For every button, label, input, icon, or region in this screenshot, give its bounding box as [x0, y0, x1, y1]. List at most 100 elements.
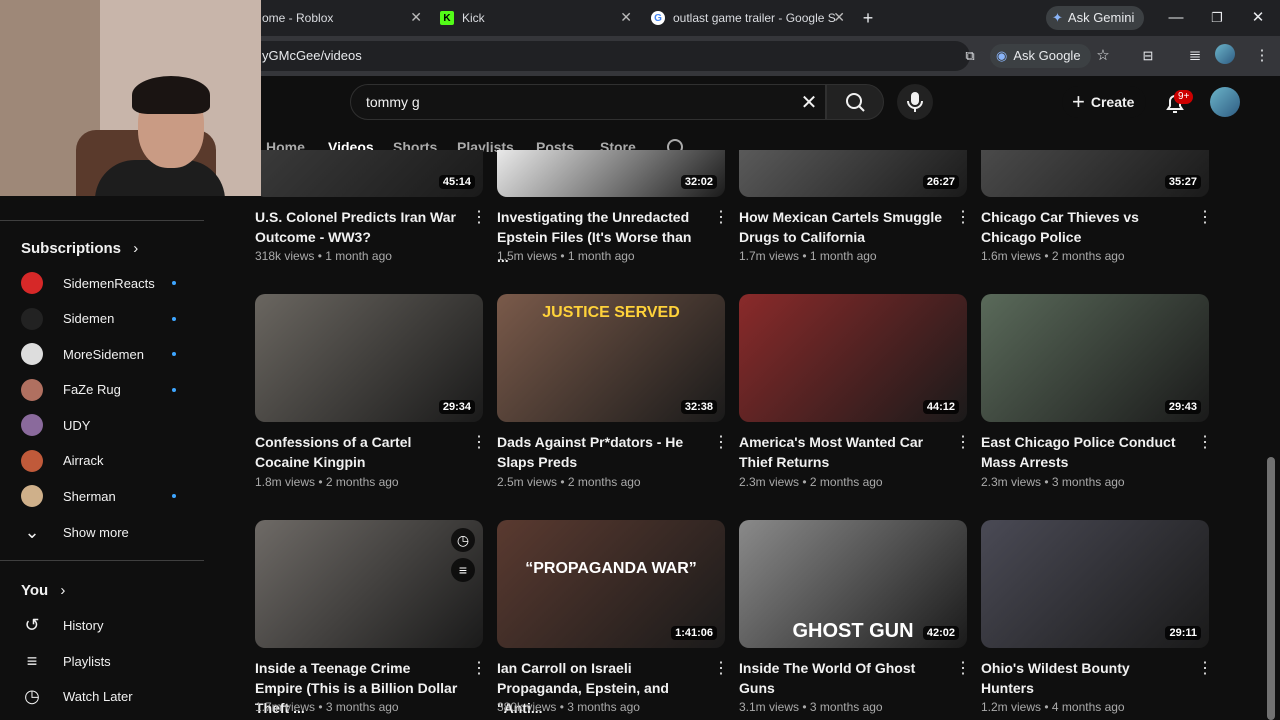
search-button[interactable]: [826, 84, 884, 120]
notification-badge: 9+: [1174, 90, 1194, 104]
close-tab-icon[interactable]: ✕: [410, 9, 422, 26]
browser-tab-google[interactable]: G outlast game trailer - Google S ✕: [651, 6, 845, 30]
sidebar-item-subscription[interactable]: Sherman: [0, 481, 204, 511]
more-actions-icon[interactable]: ⋮: [1197, 432, 1213, 452]
video-title[interactable]: America's Most Wanted Car Thief Returns: [739, 432, 944, 472]
more-actions-icon[interactable]: ⋮: [713, 207, 729, 227]
kick-favicon-icon: K: [440, 11, 454, 25]
tab-title: Kick: [462, 11, 485, 25]
video-title[interactable]: How Mexican Cartels Smuggle Drugs to Cal…: [739, 207, 944, 247]
video-title[interactable]: Ohio's Wildest Bounty Hunters: [981, 658, 1186, 698]
more-actions-icon[interactable]: ⋮: [471, 432, 487, 452]
sidebar-item-subscription[interactable]: Airrack: [0, 446, 204, 476]
video-title[interactable]: Confessions of a Cartel Cocaine Kingpin: [255, 432, 460, 472]
new-tab-button[interactable]: +: [856, 6, 880, 30]
video-thumbnail[interactable]: 26:27: [739, 150, 967, 197]
video-thumbnail[interactable]: 29:43: [981, 294, 1209, 422]
new-content-dot: [172, 387, 176, 392]
show-more-button[interactable]: ⌄ Show more: [0, 517, 204, 547]
chevron-right-icon: ›: [60, 582, 66, 599]
video-thumbnail[interactable]: GHOST GUN 42:02: [739, 520, 967, 648]
video-duration-badge: 29:43: [1164, 400, 1201, 414]
voice-search-button[interactable]: [897, 84, 933, 120]
channel-avatar: [21, 414, 43, 436]
video-duration-badge: 26:27: [922, 175, 959, 189]
clear-search-icon[interactable]: ✕: [797, 90, 821, 115]
video-thumbnail[interactable]: JUSTICE SERVED 32:38: [497, 294, 725, 422]
video-thumbnail[interactable]: 29:11: [981, 520, 1209, 648]
more-actions-icon[interactable]: ⋮: [955, 432, 971, 452]
close-tab-icon[interactable]: ✕: [620, 9, 632, 26]
video-thumbnail[interactable]: 45:14: [255, 150, 483, 197]
sidebar-item-subscription[interactable]: UDY: [0, 410, 204, 440]
more-actions-icon[interactable]: ⋮: [471, 207, 487, 227]
microphone-icon: [907, 92, 923, 112]
video-title[interactable]: U.S. Colonel Predicts Iran War Outcome -…: [255, 207, 460, 247]
more-actions-icon[interactable]: ⋮: [1197, 658, 1213, 678]
more-actions-icon[interactable]: ⋮: [713, 658, 729, 678]
history-icon: ↺: [24, 615, 40, 635]
search-icon: [846, 93, 865, 112]
browser-tab-kick[interactable]: K Kick ✕: [440, 6, 632, 30]
sidebar-item-watch-later[interactable]: ◷ Watch Later: [0, 681, 204, 711]
media-controls-icon[interactable]: ≣: [1183, 44, 1207, 68]
video-thumbnail[interactable]: 32:02: [497, 150, 725, 197]
more-actions-icon[interactable]: ⋮: [713, 432, 729, 452]
you-heading[interactable]: You ›: [21, 582, 65, 599]
sidebar-item-history[interactable]: ↺ History: [0, 610, 204, 640]
omnibox[interactable]: yGMcGee/videos: [240, 41, 970, 71]
browser-tab-roblox[interactable]: ome - Roblox ✕: [262, 6, 422, 30]
close-tab-icon[interactable]: ✕: [833, 9, 845, 26]
watch-later-icon: ◷: [24, 686, 40, 706]
sidebar-item-subscription[interactable]: Sidemen: [0, 304, 204, 334]
profile-avatar-icon[interactable]: [1215, 44, 1235, 64]
new-content-dot: [172, 352, 176, 356]
more-actions-icon[interactable]: ⋮: [955, 658, 971, 678]
subscription-name: MoreSidemen: [63, 346, 144, 362]
sidebar-item-subscription[interactable]: FaZe Rug: [0, 375, 204, 405]
restore-window-icon[interactable]: ❐: [1205, 6, 1229, 30]
more-actions-icon[interactable]: ⋮: [1197, 207, 1213, 227]
more-actions-icon[interactable]: ⋮: [955, 207, 971, 227]
video-title[interactable]: Inside The World Of Ghost Guns: [739, 658, 944, 698]
more-actions-icon[interactable]: ⋮: [471, 658, 487, 678]
subscription-name: Airrack: [63, 453, 104, 468]
subscriptions-title: Subscriptions: [21, 240, 122, 257]
bookmark-star-icon[interactable]: ☆: [1091, 44, 1115, 68]
ask-google-button[interactable]: ◉ Ask Google: [990, 44, 1091, 68]
search-input[interactable]: tommy g ✕: [350, 84, 826, 120]
channel-avatar: [21, 272, 43, 294]
ask-gemini-button[interactable]: ✦ Ask Gemini: [1046, 6, 1145, 30]
video-thumbnail[interactable]: 35:27: [981, 150, 1209, 197]
minimize-window-icon[interactable]: —: [1164, 6, 1188, 30]
close-window-icon[interactable]: ✕: [1246, 6, 1270, 30]
video-thumbnail[interactable]: ◷ ≡: [255, 520, 483, 648]
video-thumbnail[interactable]: 44:12: [739, 294, 967, 422]
sidebar-item-label: History: [63, 617, 104, 633]
subscriptions-heading[interactable]: Subscriptions ›: [21, 240, 138, 257]
video-title[interactable]: Chicago Car Thieves vs Chicago Police: [981, 207, 1186, 247]
new-content-dot: [172, 281, 176, 285]
video-thumbnail[interactable]: “PROPAGANDA WAR” 1:41:06: [497, 520, 725, 648]
add-to-queue-icon[interactable]: ≡: [451, 558, 475, 582]
video-meta: 1.8m views • 2 months ago: [255, 475, 399, 489]
video-title[interactable]: Dads Against Pr*dators - He Slaps Preds: [497, 432, 702, 472]
watch-later-icon[interactable]: ◷: [451, 528, 475, 552]
video-meta: 1.6m views • 2 months ago: [981, 249, 1125, 263]
reading-list-icon[interactable]: ⊟: [1136, 44, 1160, 68]
google-lens-icon: ◉: [996, 48, 1008, 63]
sidebar-item-playlists[interactable]: ≡ Playlists: [0, 646, 204, 676]
install-app-icon[interactable]: ⧉: [958, 44, 982, 68]
video-title[interactable]: East Chicago Police Conduct Mass Arrests: [981, 432, 1186, 472]
chrome-menu-icon[interactable]: ⋮: [1250, 44, 1274, 68]
sidebar-item-subscription[interactable]: MoreSidemen: [0, 339, 204, 369]
sidebar-item-subscription[interactable]: SidemenReacts: [0, 268, 204, 298]
video-meta: 380k views • 3 months ago: [497, 700, 640, 714]
video-meta: 2.5m views • 2 months ago: [497, 475, 641, 489]
account-avatar[interactable]: [1210, 87, 1240, 117]
page-scrollbar[interactable]: [1267, 457, 1275, 720]
create-button[interactable]: + Create: [1062, 86, 1146, 118]
video-meta: 2.3m views • 2 months ago: [739, 475, 883, 489]
subscription-name: Sidemen: [63, 311, 115, 326]
video-thumbnail[interactable]: 29:34: [255, 294, 483, 422]
